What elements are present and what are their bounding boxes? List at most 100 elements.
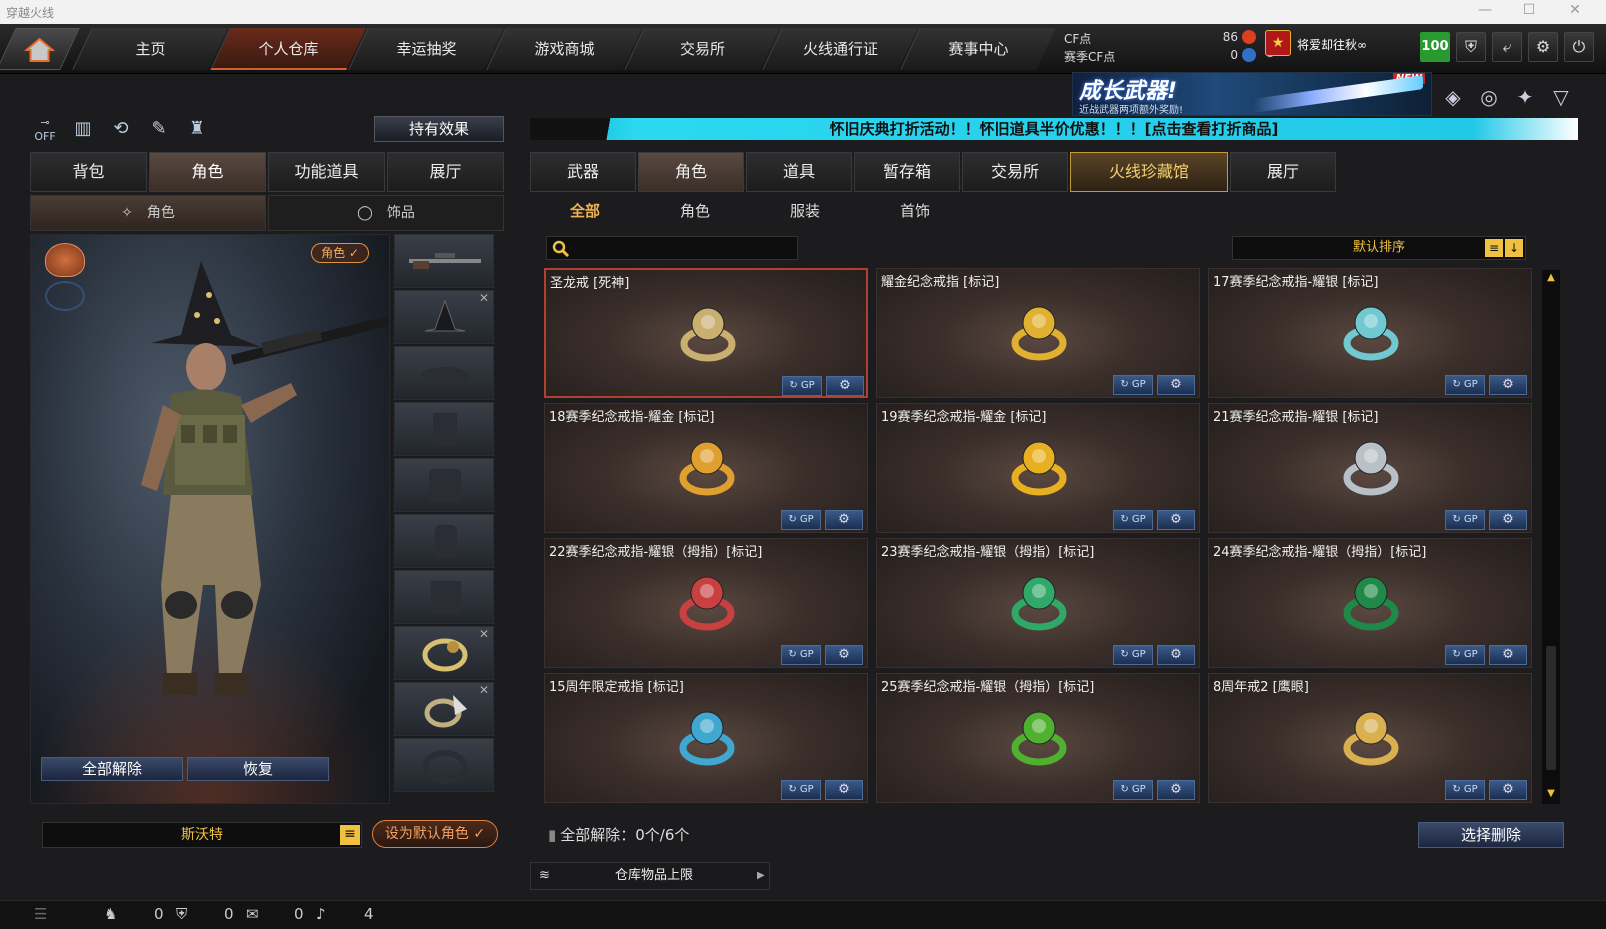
gp-exchange-button[interactable]: ↻ GP	[782, 376, 822, 396]
item-settings-icon[interactable]: ⚙	[825, 510, 863, 530]
sort-dropdown[interactable]: 默认排序 ≡ ↓	[1232, 236, 1526, 260]
restore-button[interactable]: 恢复	[187, 757, 329, 781]
item-card[interactable]: 18赛季纪念戒指-耀金 [标记] ↻ GP ⚙	[544, 403, 868, 533]
release-all-button[interactable]: 全部解除	[41, 757, 183, 781]
nav-tab-warehouse[interactable]: 个人仓库	[210, 28, 366, 70]
search-input[interactable]	[573, 239, 793, 257]
set-default-character-button[interactable]: 设为默认角色 ✓	[372, 820, 498, 848]
item-card[interactable]: 23赛季纪念戒指-耀银（拇指）[标记] ↻ GP ⚙	[876, 538, 1200, 668]
subtab-jewelry[interactable]: 首饰	[860, 197, 970, 225]
nav-tab-pass[interactable]: 火线通行证	[762, 28, 918, 70]
item-settings-icon[interactable]: ⚙	[825, 645, 863, 665]
volume-icon[interactable]: ♪	[316, 905, 326, 923]
badge-icon-3[interactable]: ✦	[1510, 82, 1540, 112]
capacity-bar[interactable]: ≋ 仓库物品上限 ▶	[530, 862, 770, 890]
sort-direction-icon[interactable]: ↓	[1505, 239, 1523, 257]
slot-vest[interactable]	[394, 402, 494, 456]
slot-armor[interactable]	[394, 458, 494, 512]
settings-gear-icon[interactable]: ⚙	[1528, 32, 1558, 62]
subtab-costume[interactable]: 服装	[750, 197, 860, 225]
badge-icon-2[interactable]: ◎	[1474, 82, 1504, 112]
item-settings-icon[interactable]: ⚙	[825, 780, 863, 800]
item-card[interactable]: 8周年戒2 [鹰眼] ↻ GP ⚙	[1208, 673, 1532, 803]
tab-functional-items[interactable]: 功能道具	[268, 152, 385, 192]
scroll-up-icon[interactable]: ▲	[1544, 272, 1558, 286]
item-settings-icon[interactable]: ⚙	[1489, 375, 1527, 395]
item-card[interactable]: 24赛季纪念戒指-耀银（拇指）[标记] ↻ GP ⚙	[1208, 538, 1532, 668]
gp-exchange-button[interactable]: ↻ GP	[1113, 510, 1153, 530]
nav-tab-events[interactable]: 赛事中心	[900, 28, 1056, 70]
shield-icon[interactable]: ⛨	[1456, 32, 1486, 62]
gp-exchange-button[interactable]: ↻ GP	[1113, 780, 1153, 800]
tab-showroom[interactable]: 展厅	[387, 152, 504, 192]
return-icon[interactable]: ⤶	[1492, 32, 1522, 62]
close-icon[interactable]: ✕	[1560, 2, 1590, 18]
item-settings-icon[interactable]: ⚙	[1157, 375, 1195, 395]
slot-empty[interactable]	[394, 738, 494, 792]
item-card[interactable]: 15周年限定戒指 [标记] ↻ GP ⚙	[544, 673, 868, 803]
hold-effect-button[interactable]: 持有效果	[374, 116, 504, 142]
toggle-off-icon[interactable]: ⊸ OFF	[30, 114, 60, 144]
gp-exchange-button[interactable]: ↻ GP	[1113, 375, 1153, 395]
tab-storage-box[interactable]: 暂存箱	[854, 152, 960, 192]
scrollbar[interactable]: ▲ ▼	[1542, 270, 1560, 804]
promo-banner[interactable]: 怀旧庆典打折活动！！怀旧道具半价优惠！！！[点击查看打折商品]	[530, 118, 1578, 140]
home-button[interactable]	[0, 28, 80, 70]
glasses-emblem-icon[interactable]	[45, 281, 85, 311]
scroll-thumb[interactable]	[1546, 646, 1556, 770]
tab-weapons[interactable]: 武器	[530, 152, 636, 192]
nav-tab-exchange[interactable]: 交易所	[624, 28, 780, 70]
tab-items[interactable]: 道具	[746, 152, 852, 192]
wolf-emblem-icon[interactable]	[45, 243, 85, 277]
slot-hat[interactable]: ✕	[394, 290, 494, 344]
item-card[interactable]: 17赛季纪念戒指-耀银 [标记] ↻ GP ⚙	[1208, 268, 1532, 398]
item-card[interactable]: 22赛季纪念戒指-耀银（拇指）[标记] ↻ GP ⚙	[544, 538, 868, 668]
tab-roles[interactable]: 角色	[638, 152, 744, 192]
item-card[interactable]: 19赛季纪念戒指-耀金 [标记] ↻ GP ⚙	[876, 403, 1200, 533]
item-settings-icon[interactable]: ⚙	[1157, 645, 1195, 665]
badge-icon-4[interactable]: ▽	[1546, 82, 1576, 112]
subtab-role[interactable]: 角色	[640, 197, 750, 225]
nav-tab-home[interactable]: 主页	[72, 28, 228, 70]
chat-icon[interactable]: ✉	[246, 905, 259, 923]
tab-trade[interactable]: 交易所	[962, 152, 1068, 192]
gp-exchange-button[interactable]: ↻ GP	[781, 510, 821, 530]
item-card[interactable]: 圣龙戒 [死神] ↻ GP ⚙	[544, 268, 868, 398]
slot-gloves[interactable]	[394, 514, 494, 568]
menu-icon[interactable]: ≡	[340, 825, 360, 845]
slot-ring-2[interactable]: ✕	[394, 682, 494, 736]
item-settings-icon[interactable]: ⚙	[1489, 780, 1527, 800]
gp-exchange-button[interactable]: ↻ GP	[1445, 375, 1485, 395]
gp-exchange-button[interactable]: ↻ GP	[781, 645, 821, 665]
bag-icon[interactable]: ♜	[182, 114, 212, 144]
spray-icon[interactable]: ✎	[144, 114, 174, 144]
character-preview[interactable]: 角色 ✓ 全部解除 恢复	[30, 234, 390, 804]
stats-icon[interactable]: ▥	[68, 114, 98, 144]
slot-ring-1[interactable]: ✕	[394, 626, 494, 680]
scroll-down-icon[interactable]: ▼	[1544, 788, 1558, 802]
list-view-icon[interactable]: ≡	[1485, 239, 1503, 257]
nav-tab-lottery[interactable]: 幸运抽奖	[348, 28, 504, 70]
subtab-all[interactable]: 全部	[530, 197, 640, 225]
item-settings-icon[interactable]: ⚙	[1489, 645, 1527, 665]
gp-exchange-button[interactable]: ↻ GP	[1445, 780, 1485, 800]
item-settings-icon[interactable]: ⚙	[1157, 510, 1195, 530]
item-settings-icon[interactable]: ⚙	[1157, 780, 1195, 800]
gp-exchange-button[interactable]: ↻ GP	[1445, 645, 1485, 665]
subtab-accessory[interactable]: ◯ 饰品	[268, 195, 504, 231]
nav-tab-shop[interactable]: 游戏商城	[486, 28, 642, 70]
item-settings-icon[interactable]: ⚙	[1489, 510, 1527, 530]
gp-exchange-button[interactable]: ↻ GP	[1445, 510, 1485, 530]
friends-icon[interactable]: ♞	[104, 905, 117, 923]
tab-character[interactable]: 角色	[149, 152, 266, 192]
badge-icon-1[interactable]: ◈	[1438, 82, 1468, 112]
gp-exchange-button[interactable]: ↻ GP	[1113, 645, 1153, 665]
slot-pants[interactable]	[394, 570, 494, 624]
power-icon[interactable]: ⏻	[1564, 32, 1594, 62]
item-card[interactable]: 25赛季纪念戒指-耀银（拇指）[标记] ↻ GP ⚙	[876, 673, 1200, 803]
item-card[interactable]: 21赛季纪念戒指-耀银 [标记] ↻ GP ⚙	[1208, 403, 1532, 533]
subtab-character[interactable]: ✧ 角色	[30, 195, 266, 231]
slot-glasses[interactable]	[394, 346, 494, 400]
item-card[interactable]: 耀金纪念戒指 [标记] ↻ GP ⚙	[876, 268, 1200, 398]
gp-exchange-button[interactable]: ↻ GP	[781, 780, 821, 800]
